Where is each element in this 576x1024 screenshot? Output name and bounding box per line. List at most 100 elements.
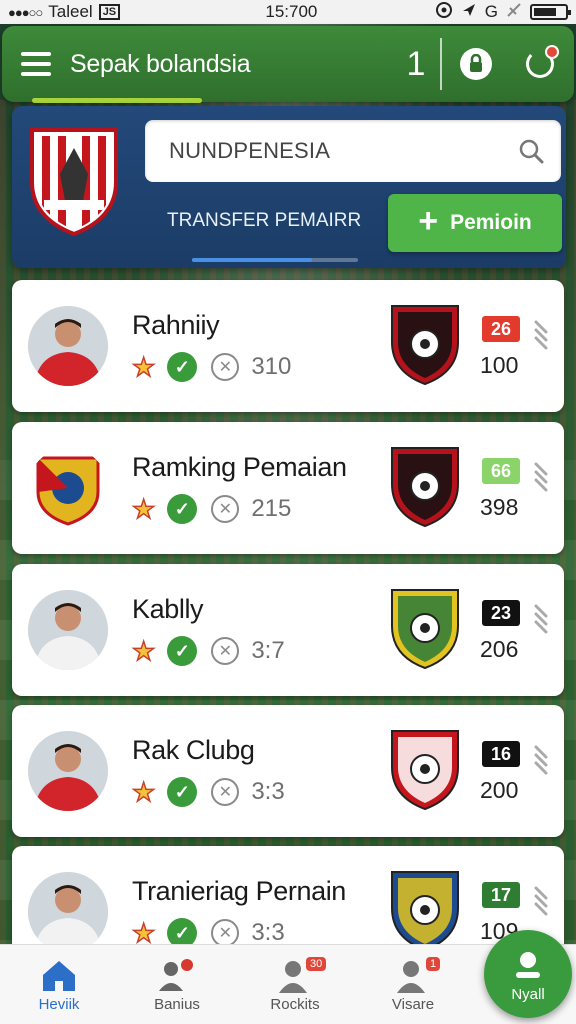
star-icon[interactable]: ★ xyxy=(131,353,156,381)
player-name: Ramking Pemaian xyxy=(132,452,347,482)
drag-handle-icon[interactable] xyxy=(532,458,552,492)
stat-value: 3:3 xyxy=(251,919,285,946)
stats-row: ★ ✓ ✕ 310 xyxy=(131,352,292,382)
score-value: 200 xyxy=(480,777,519,803)
nav-label-banius: Banius xyxy=(154,996,200,1013)
profile-fab-button[interactable]: Nyall xyxy=(484,930,572,1018)
stat-value: 310 xyxy=(251,353,292,380)
star-icon[interactable]: ★ xyxy=(131,919,156,947)
club-crest-avatar xyxy=(28,448,108,528)
nav-label-home: Heviik xyxy=(38,996,80,1013)
x-circle-icon[interactable]: ✕ xyxy=(211,778,240,806)
network-type: G xyxy=(484,2,498,21)
nav-item-rockits[interactable]: 30 Rockits xyxy=(236,945,354,1024)
x-circle-icon[interactable]: ✕ xyxy=(211,495,240,523)
check-icon[interactable]: ✓ xyxy=(167,352,198,382)
player-card[interactable]: Kablly ★ ✓ ✕ 3:7 23 206 xyxy=(12,564,564,696)
location-icon xyxy=(435,1,453,24)
signal-dots-icon: ●●●○○ xyxy=(8,4,43,20)
stats-row: ★ ✓ ✕ 3:3 xyxy=(131,777,285,807)
score-value: 100 xyxy=(480,352,519,378)
star-icon[interactable]: ★ xyxy=(131,778,156,806)
club-crest-icon xyxy=(391,447,459,528)
notification-lock-icon[interactable] xyxy=(460,48,492,80)
player-avatar xyxy=(28,306,108,386)
promo-button[interactable]: + Pemioin xyxy=(388,194,562,252)
player-name: Tranieriag Pernain xyxy=(132,876,346,906)
carrier-badge: JS xyxy=(98,4,121,20)
club-logo xyxy=(30,128,118,237)
player-avatar xyxy=(28,731,108,811)
check-icon[interactable]: ✓ xyxy=(167,636,198,666)
x-circle-icon[interactable]: ✕ xyxy=(211,919,240,947)
status-bar: ●●●○○ Taleel JS 15:700 G xyxy=(0,0,576,24)
club-crest-icon xyxy=(391,589,459,670)
player-name: Kablly xyxy=(132,594,204,624)
nav-badge-visare: 1 xyxy=(426,957,441,971)
panel-progress xyxy=(192,258,358,262)
battery-icon xyxy=(530,4,571,20)
score-badge: 17 xyxy=(482,882,520,908)
star-icon[interactable]: ★ xyxy=(131,637,156,665)
stat-value: 3:3 xyxy=(251,778,285,805)
status-right: G xyxy=(435,1,571,24)
nav-item-banius[interactable]: Banius xyxy=(118,945,236,1024)
home-icon xyxy=(43,961,75,991)
search-value: NUNDPENESIA xyxy=(169,138,331,163)
stats-row: ★ ✓ ✕ 215 xyxy=(131,494,292,524)
drag-handle-icon[interactable] xyxy=(532,316,552,350)
drag-handle-icon[interactable] xyxy=(532,882,552,916)
club-crest-icon xyxy=(391,871,459,952)
send-icon xyxy=(461,2,477,23)
check-icon[interactable]: ✓ xyxy=(167,494,198,524)
user-icon xyxy=(516,951,540,978)
drag-handle-icon[interactable] xyxy=(532,741,552,775)
plus-icon: + xyxy=(418,202,439,240)
score-badge: 16 xyxy=(482,741,520,767)
player-card[interactable]: Ramking Pemaian ★ ✓ ✕ 215 66 398 xyxy=(12,422,564,554)
score-value: 206 xyxy=(480,636,519,662)
nav-label-visare: Visare xyxy=(391,996,435,1013)
stat-value: 3:7 xyxy=(251,637,285,664)
nav-item-home[interactable]: Heviik xyxy=(0,945,118,1024)
panel-progress-fill xyxy=(192,258,312,262)
check-icon[interactable]: ✓ xyxy=(167,777,198,807)
stats-row: ★ ✓ ✕ 3:7 xyxy=(131,636,285,666)
refresh-icon[interactable] xyxy=(526,45,559,78)
notification-dot xyxy=(545,45,559,59)
search-input[interactable]: NUNDPENESIA xyxy=(145,120,561,182)
signal-icon xyxy=(506,2,522,23)
score-badge: 26 xyxy=(482,316,520,342)
x-circle-icon[interactable]: ✕ xyxy=(211,353,240,381)
app-header: Sepak bolandsia 1 xyxy=(2,26,574,102)
player-name: Rahniiy xyxy=(132,310,220,340)
player-name: Rak Clubg xyxy=(132,735,255,765)
header-tab-indicator xyxy=(32,98,202,103)
nav-badge-rockits: 30 xyxy=(306,957,327,971)
score-badge: 66 xyxy=(482,458,520,484)
player-avatar xyxy=(28,872,108,952)
player-avatar xyxy=(28,590,108,670)
drag-handle-icon[interactable] xyxy=(532,600,552,634)
fab-label: Nyall xyxy=(511,985,545,1003)
club-crest-icon xyxy=(391,730,459,811)
score-value: 398 xyxy=(480,494,519,520)
search-icon[interactable] xyxy=(501,138,561,164)
player-card[interactable]: Rahniiy ★ ✓ ✕ 310 26 100 xyxy=(12,280,564,412)
menu-icon[interactable] xyxy=(2,26,70,102)
header-count: 1 xyxy=(406,44,426,83)
nav-item-visare[interactable]: 1 Visare xyxy=(354,945,472,1024)
top-panel: NUNDPENESIA TRANSFER PEMAIRR + Pemioin xyxy=(12,106,566,268)
stat-value: 215 xyxy=(251,495,292,522)
users-icon xyxy=(159,959,193,991)
carrier-name: Taleel xyxy=(48,2,93,21)
club-crest-icon xyxy=(391,305,459,386)
score-badge: 23 xyxy=(482,600,520,626)
star-icon[interactable]: ★ xyxy=(131,495,156,523)
app-title: Sepak bolandsia xyxy=(70,49,251,78)
promo-button-label: Pemioin xyxy=(450,211,532,234)
status-time: 15:700 xyxy=(265,2,318,21)
x-circle-icon[interactable]: ✕ xyxy=(211,637,240,665)
nav-label-rockits: Rockits xyxy=(270,996,320,1013)
player-card[interactable]: Rak Clubg ★ ✓ ✕ 3:3 16 200 xyxy=(12,705,564,837)
